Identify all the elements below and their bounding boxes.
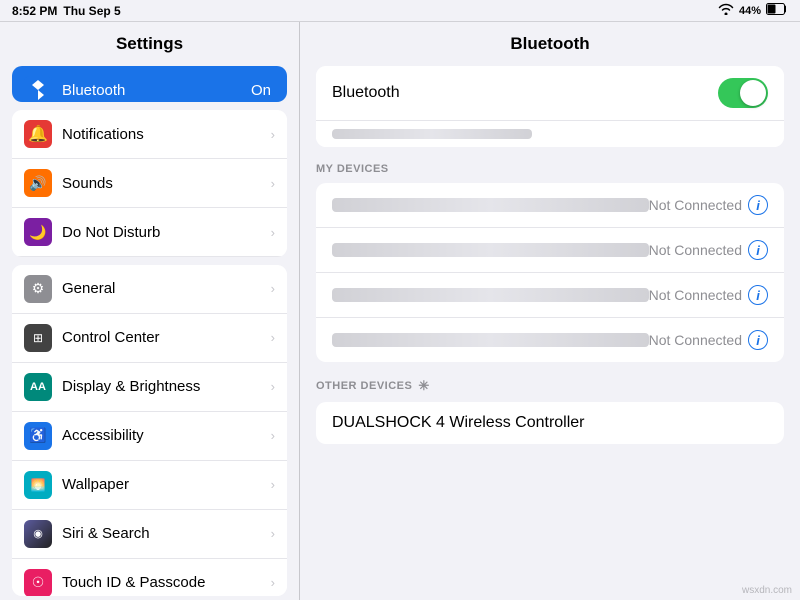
device-status-3: Not Connected i xyxy=(649,285,768,305)
device-name-blur-4 xyxy=(332,333,649,347)
sidebar-item-notifications[interactable]: 🔔 Notifications › xyxy=(12,110,287,159)
device-row-2: Not Connected i xyxy=(316,228,784,273)
sidebar-item-touch-id[interactable]: ☉ Touch ID & Passcode › xyxy=(12,559,287,596)
notifications-icon: 🔔 xyxy=(24,120,52,148)
device-status-2: Not Connected i xyxy=(649,240,768,260)
scanning-spinner: ✳ xyxy=(418,378,429,394)
main-layout: Settings Bluetooth On 🔔 Notifications › xyxy=(0,22,800,600)
battery-label: 44% xyxy=(739,5,761,17)
display-icon: AA xyxy=(24,373,52,401)
sidebar-title: Settings xyxy=(0,22,299,62)
device-info-btn-2[interactable]: i xyxy=(748,240,768,260)
device-row-3: Not Connected i xyxy=(316,273,784,318)
notifications-label: Notifications xyxy=(62,126,271,143)
sounds-icon: 🔊 xyxy=(24,169,52,197)
not-connected-label-2: Not Connected xyxy=(649,242,742,258)
device-info-btn-1[interactable]: i xyxy=(748,195,768,215)
sidebar-section-1: 🔔 Notifications › 🔊 Sounds › 🌙 Do Not Di… xyxy=(12,110,287,257)
sidebar-section-bluetooth: Bluetooth On xyxy=(12,66,287,102)
chevron-icon: › xyxy=(271,330,275,345)
accessibility-label: Accessibility xyxy=(62,427,271,444)
time-label: 8:52 PM xyxy=(12,4,57,18)
device-info-btn-4[interactable]: i xyxy=(748,330,768,350)
my-devices-section: Not Connected i Not Connected i Not Conn… xyxy=(316,183,784,362)
chevron-icon: › xyxy=(271,575,275,590)
bluetooth-toggle-row: Bluetooth xyxy=(316,66,784,121)
bluetooth-icon xyxy=(24,76,52,102)
device-row-1: Not Connected i xyxy=(316,183,784,228)
chevron-icon: › xyxy=(271,225,275,240)
do-not-disturb-icon: 🌙 xyxy=(24,218,52,246)
device-name-blur-1 xyxy=(332,198,649,212)
other-devices-header: OTHER DEVICES ✳ xyxy=(300,370,800,398)
other-devices-section: DUALSHOCK 4 Wireless Controller xyxy=(316,402,784,444)
sidebar-item-display-brightness[interactable]: AA Display & Brightness › xyxy=(12,363,287,412)
control-center-label: Control Center xyxy=(62,329,271,346)
sidebar-item-general[interactable]: ⚙ General › xyxy=(12,265,287,314)
chevron-icon: › xyxy=(271,176,275,191)
sidebar-section-2: ⚙ General › ⊞ Control Center › AA Displa… xyxy=(12,265,287,596)
chevron-icon: › xyxy=(271,428,275,443)
bluetooth-subtitle-blur xyxy=(332,129,532,139)
bluetooth-badge: On xyxy=(251,82,271,99)
display-label: Display & Brightness xyxy=(62,378,271,395)
my-devices-header: MY DEVICES xyxy=(300,155,800,179)
device-name-blur-3 xyxy=(332,288,649,302)
touch-id-label: Touch ID & Passcode xyxy=(62,574,271,591)
not-connected-label-1: Not Connected xyxy=(649,197,742,213)
chevron-icon: › xyxy=(271,526,275,541)
bluetooth-row-label: Bluetooth xyxy=(332,84,718,102)
siri-label: Siri & Search xyxy=(62,525,271,542)
general-icon: ⚙ xyxy=(24,275,52,303)
touch-id-icon: ☉ xyxy=(24,569,52,596)
status-bar: 8:52 PM Thu Sep 5 44% xyxy=(0,0,800,22)
device-status-4: Not Connected i xyxy=(649,330,768,350)
bluetooth-toggle[interactable] xyxy=(718,78,768,108)
sidebar-item-bluetooth[interactable]: Bluetooth On xyxy=(12,66,287,102)
sidebar-item-control-center[interactable]: ⊞ Control Center › xyxy=(12,314,287,363)
wifi-icon xyxy=(718,3,734,18)
chevron-icon: › xyxy=(271,127,275,142)
device-status-1: Not Connected i xyxy=(649,195,768,215)
general-label: General xyxy=(62,280,271,297)
accessibility-icon: ♿ xyxy=(24,422,52,450)
chevron-icon: › xyxy=(271,281,275,296)
date-label: Thu Sep 5 xyxy=(63,4,120,18)
chevron-icon: › xyxy=(271,477,275,492)
control-center-icon: ⊞ xyxy=(24,324,52,352)
device-row-4: Not Connected i xyxy=(316,318,784,362)
device-info-btn-3[interactable]: i xyxy=(748,285,768,305)
dualshock-label: DUALSHOCK 4 Wireless Controller xyxy=(332,414,768,432)
sidebar: Settings Bluetooth On 🔔 Notifications › xyxy=(0,22,300,600)
not-connected-label-3: Not Connected xyxy=(649,287,742,303)
detail-title: Bluetooth xyxy=(300,22,800,62)
bluetooth-subtitle-row xyxy=(316,121,784,147)
bluetooth-label: Bluetooth xyxy=(62,82,251,99)
dnd-label: Do Not Disturb xyxy=(62,224,271,241)
wallpaper-label: Wallpaper xyxy=(62,476,271,493)
sounds-label: Sounds xyxy=(62,175,271,192)
device-name-blur-2 xyxy=(332,243,649,257)
watermark: wsxdn.com xyxy=(742,585,792,596)
chevron-icon: › xyxy=(271,379,275,394)
wallpaper-icon: 🌅 xyxy=(24,471,52,499)
not-connected-label-4: Not Connected xyxy=(649,332,742,348)
siri-icon: ◉ xyxy=(24,520,52,548)
sidebar-item-sounds[interactable]: 🔊 Sounds › xyxy=(12,159,287,208)
status-right: 44% xyxy=(718,3,788,18)
status-left: 8:52 PM Thu Sep 5 xyxy=(12,4,121,18)
sidebar-item-wallpaper[interactable]: 🌅 Wallpaper › xyxy=(12,461,287,510)
dualshock-row[interactable]: DUALSHOCK 4 Wireless Controller xyxy=(316,402,784,444)
bluetooth-toggle-section: Bluetooth xyxy=(316,66,784,147)
battery-icon xyxy=(766,3,788,18)
detail-panel: Bluetooth Bluetooth MY DEVICES Not Conne… xyxy=(300,22,800,600)
sidebar-item-siri-search[interactable]: ◉ Siri & Search › xyxy=(12,510,287,559)
sidebar-item-do-not-disturb[interactable]: 🌙 Do Not Disturb › xyxy=(12,208,287,257)
sidebar-item-accessibility[interactable]: ♿ Accessibility › xyxy=(12,412,287,461)
